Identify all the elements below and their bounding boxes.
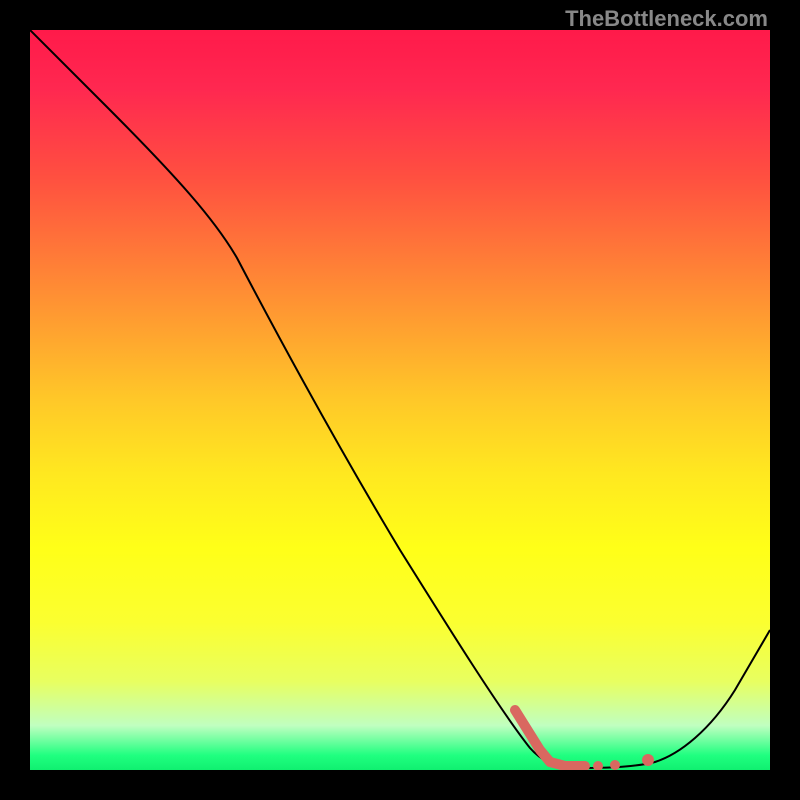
plot-area bbox=[30, 30, 770, 770]
accent-dot bbox=[642, 754, 654, 766]
chart-container: TheBottleneck.com bbox=[0, 0, 800, 800]
accent-dot bbox=[593, 761, 603, 770]
curve-svg bbox=[30, 30, 770, 770]
accent-minimum-region bbox=[515, 710, 585, 766]
bottleneck-curve bbox=[30, 30, 770, 768]
accent-dot bbox=[610, 760, 620, 770]
watermark-text: TheBottleneck.com bbox=[565, 6, 768, 32]
